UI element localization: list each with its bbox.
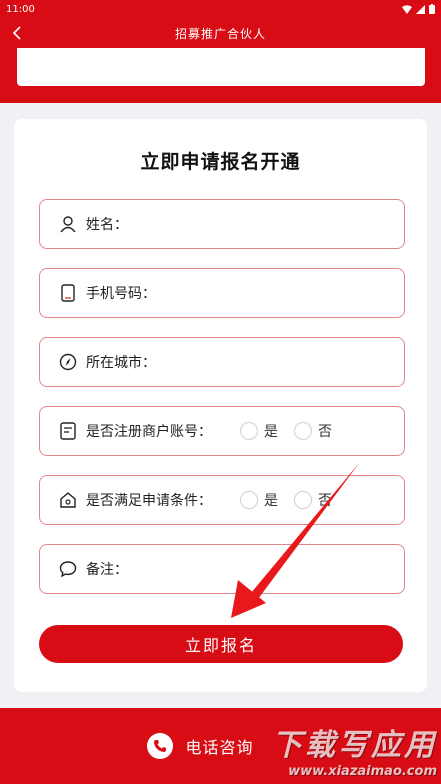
merchant-account-label: 是否注册商户账号： — [86, 424, 212, 440]
submit-button[interactable]: 立即报名 — [39, 625, 403, 663]
application-form-card: 立即申请报名开通 姓名： 手机号码： 所在城市： 是否注册商户账号： 是 否 是… — [14, 119, 427, 692]
nav-bar: 招募推广合伙人 — [0, 18, 441, 48]
eligibility-yes-radio[interactable]: 是 — [240, 490, 278, 510]
phone-handset-icon — [147, 733, 174, 759]
phone-field-label: 手机号码： — [86, 286, 156, 302]
merchant-account-no-radio[interactable]: 否 — [294, 421, 332, 441]
eligibility-no-radio[interactable]: 否 — [294, 490, 332, 510]
compass-icon — [58, 352, 78, 372]
watermark-url: www.xiazaimao.com — [288, 764, 437, 779]
radio-label: 是 — [264, 493, 278, 509]
merchant-account-options: 是 否 — [240, 421, 348, 441]
eligibility-options: 是 否 — [240, 490, 348, 510]
phone-icon — [58, 283, 78, 303]
form-title: 立即申请报名开通 — [140, 151, 301, 173]
radio-label: 否 — [318, 424, 332, 440]
status-time: 11:00 — [6, 3, 35, 15]
home-icon — [58, 490, 78, 510]
signal-icon — [416, 4, 425, 14]
battery-icon — [429, 4, 435, 14]
radio-circle — [240, 422, 258, 440]
page-title: 招募推广合伙人 — [174, 26, 266, 41]
eligibility-field: 是否满足申请条件： 是 否 — [39, 475, 405, 525]
back-button[interactable] — [6, 22, 28, 44]
phone-field[interactable]: 手机号码： — [39, 268, 405, 318]
document-icon — [58, 421, 78, 441]
remarks-label: 备注： — [86, 562, 128, 578]
status-bar: 11:00 — [0, 0, 441, 18]
watermark: 下载写应用 www.xiazaimao.com — [211, 720, 437, 782]
person-icon — [58, 214, 78, 234]
city-field[interactable]: 所在城市： — [39, 337, 405, 387]
chevron-left-icon — [12, 26, 21, 40]
chat-icon — [58, 559, 78, 579]
radio-label: 否 — [318, 493, 332, 509]
merchant-account-field: 是否注册商户账号： 是 否 — [39, 406, 405, 456]
radio-circle — [294, 491, 312, 509]
radio-label: 是 — [264, 424, 278, 440]
watermark-title: 下载写应用 — [272, 728, 437, 763]
name-field-label: 姓名： — [86, 217, 128, 233]
remarks-field[interactable]: 备注： — [39, 544, 405, 594]
status-icons — [402, 4, 435, 14]
banner-panel — [17, 48, 425, 86]
radio-circle — [240, 491, 258, 509]
header-banner — [0, 48, 441, 103]
radio-circle — [294, 422, 312, 440]
merchant-account-yes-radio[interactable]: 是 — [240, 421, 278, 441]
city-field-label: 所在城市： — [86, 355, 156, 371]
eligibility-label: 是否满足申请条件： — [86, 493, 212, 509]
wifi-icon — [402, 4, 412, 14]
name-field[interactable]: 姓名： — [39, 199, 405, 249]
